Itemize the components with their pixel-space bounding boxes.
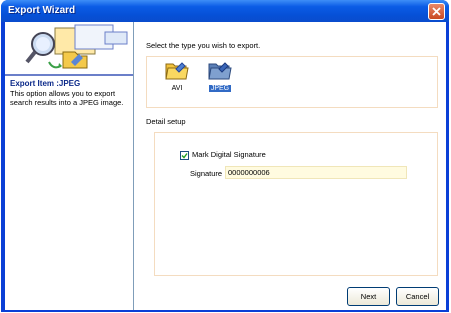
export-type-avi[interactable]: AVI <box>159 59 195 92</box>
avi-folder-icon <box>165 62 189 80</box>
export-type-jpeg[interactable]: JPEG <box>202 59 238 92</box>
cancel-button[interactable]: Cancel <box>396 287 439 306</box>
jpeg-folder-icon <box>208 62 232 80</box>
checkmark-icon <box>181 153 188 159</box>
signature-label: Signature <box>190 169 223 178</box>
signature-input[interactable] <box>225 166 407 179</box>
export-item-description: This option allows you to export search … <box>10 89 124 107</box>
side-panel-divider <box>5 74 133 76</box>
window-title: Export Wizard <box>8 5 76 16</box>
export-item-label: Export Item :JPEG <box>10 79 81 88</box>
close-icon <box>432 7 441 16</box>
close-button[interactable] <box>428 3 445 20</box>
export-type-label: JPEG <box>208 85 232 92</box>
next-button[interactable]: Next <box>347 287 390 306</box>
wizard-side-panel: Export Item :JPEG This option allows you… <box>5 22 133 310</box>
export-wizard-window: Export Wizard Export Item :JPEG This opt… <box>1 0 449 312</box>
detail-setup-heading: Detail setup <box>146 117 186 126</box>
title-bar[interactable]: Export Wizard <box>1 0 449 22</box>
export-type-list: AVI JPEG <box>146 56 438 108</box>
dialog-client-area: Export Item :JPEG This option allows you… <box>5 22 446 310</box>
mark-signature-checkbox[interactable] <box>180 151 189 160</box>
wizard-content-panel: Select the type you wish to export. AVI <box>133 22 446 310</box>
detail-setup-group: Mark Digital Signature Signature <box>154 132 438 276</box>
mark-signature-label[interactable]: Mark Digital Signature <box>192 150 266 159</box>
wizard-illustration <box>25 24 128 69</box>
export-type-label: AVI <box>171 85 183 92</box>
export-type-prompt: Select the type you wish to export. <box>146 41 261 50</box>
